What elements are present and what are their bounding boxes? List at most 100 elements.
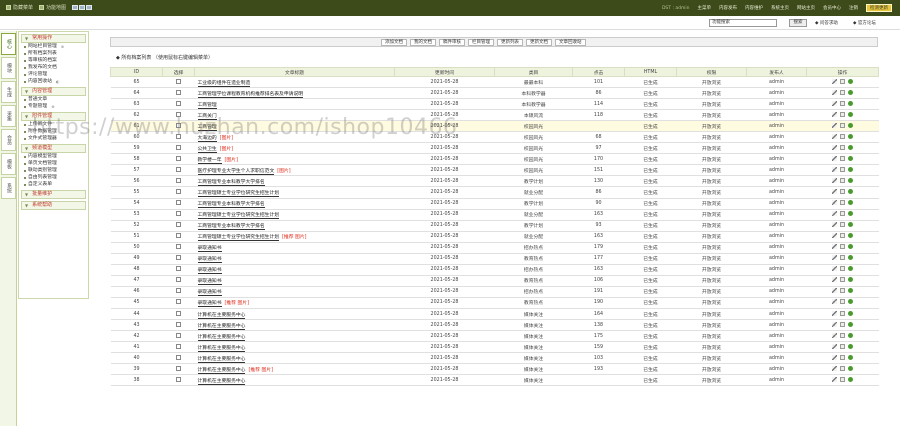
menu-item[interactable]: 专题管理 ⊕ <box>19 103 88 110</box>
edit-icon[interactable] <box>832 144 837 150</box>
category-link[interactable]: 本科教学器 <box>494 87 573 100</box>
edit-icon[interactable] <box>832 332 837 338</box>
nav-publish[interactable]: 内容发布 <box>719 5 737 11</box>
category-link[interactable]: 招办热点 <box>494 286 573 298</box>
preview-icon[interactable] <box>848 200 853 206</box>
preview-icon[interactable] <box>848 376 853 382</box>
category-link[interactable]: 媒体关注 <box>494 319 573 332</box>
tab-collect[interactable]: 采集 <box>1 105 16 127</box>
view-icon[interactable] <box>840 376 845 382</box>
category-link[interactable]: 校园风光 <box>494 120 573 133</box>
update-documents-button[interactable]: 更新文档 <box>526 39 552 46</box>
view-icon[interactable] <box>840 343 845 349</box>
view-icon[interactable] <box>840 277 845 283</box>
edit-icon[interactable] <box>832 200 837 206</box>
update-list-button[interactable]: 更新列表 <box>497 39 523 46</box>
article-title-link[interactable]: 录取通知书 <box>197 268 222 275</box>
view-icon[interactable] <box>840 266 845 272</box>
menu-item-extra-icon[interactable]: ⊕ <box>51 103 54 110</box>
article-title-link[interactable]: 工业级的组件在造业制造 <box>197 80 251 87</box>
nav-main-menu[interactable]: 主菜单 <box>698 5 712 11</box>
preview-icon[interactable] <box>848 244 853 250</box>
category-link[interactable]: 本科教学器 <box>494 98 573 111</box>
view-icon[interactable] <box>840 299 845 305</box>
article-title-link[interactable]: 录取通知书 <box>197 257 222 264</box>
view-icon[interactable] <box>840 288 845 294</box>
category-link[interactable]: 教育热点 <box>494 275 573 287</box>
article-title-link[interactable]: 工商管理专业本科教学大学排名 <box>197 179 265 186</box>
category-link[interactable]: 校园风光 <box>494 131 573 144</box>
preview-icon[interactable] <box>848 255 853 261</box>
article-title-link[interactable]: 录取通知书 <box>197 290 222 297</box>
row-checkbox[interactable] <box>176 277 181 283</box>
view-icon[interactable] <box>72 5 79 10</box>
edit-icon[interactable] <box>832 111 837 117</box>
edit-icon[interactable] <box>832 277 837 283</box>
menu-group-header[interactable]: ▼ 批量维护 <box>21 190 86 199</box>
view-icon[interactable] <box>840 133 845 139</box>
row-checkbox[interactable] <box>176 177 181 183</box>
preview-icon[interactable] <box>848 89 853 95</box>
row-checkbox[interactable] <box>176 100 181 106</box>
row-checkbox[interactable] <box>176 233 181 239</box>
edit-icon[interactable] <box>832 100 837 106</box>
preview-icon[interactable] <box>848 211 853 217</box>
row-checkbox[interactable] <box>176 321 181 327</box>
row-checkbox[interactable] <box>176 376 181 382</box>
view-icon[interactable] <box>840 78 845 84</box>
edit-icon[interactable] <box>832 266 837 272</box>
view-icon[interactable] <box>840 89 845 95</box>
article-title-link[interactable]: 工商管理硕士专业学位研究生招生计划 <box>197 213 280 220</box>
row-checkbox[interactable] <box>176 144 181 150</box>
article-title-link[interactable]: 计算机在主要服务中心 <box>197 378 246 385</box>
menu-group-header[interactable]: ▼ 常用操作 <box>21 34 86 43</box>
article-title-link[interactable]: 工商管理专业本科教学大学排名 <box>197 202 265 209</box>
view-icon[interactable] <box>840 321 845 327</box>
view-icon[interactable] <box>840 211 845 217</box>
menu-item[interactable]: 我发布的文档 <box>19 64 88 71</box>
view-icon[interactable] <box>86 5 93 10</box>
view-icon[interactable] <box>840 255 845 261</box>
view-icon[interactable] <box>840 332 845 338</box>
function-search-input[interactable]: 功能搜索 <box>709 19 777 27</box>
edit-icon[interactable] <box>832 244 837 250</box>
function-map-button[interactable]: 功能地图 <box>39 4 66 11</box>
row-checkbox[interactable] <box>176 78 181 84</box>
edit-icon[interactable] <box>832 133 837 139</box>
menu-group-header[interactable]: ▼ 内容管理 <box>21 87 86 96</box>
row-checkbox[interactable] <box>176 266 181 272</box>
preview-icon[interactable] <box>848 166 853 172</box>
view-icon[interactable] <box>79 5 86 10</box>
preview-icon[interactable] <box>848 144 853 150</box>
row-checkbox[interactable] <box>176 244 181 250</box>
row-checkbox[interactable] <box>176 188 181 194</box>
edit-icon[interactable] <box>832 255 837 261</box>
preview-icon[interactable] <box>848 100 853 106</box>
article-title-link[interactable]: 计算机在主要服务中心 <box>197 334 246 341</box>
edit-icon[interactable] <box>832 177 837 183</box>
nav-maintain[interactable]: 内容维护 <box>745 5 763 11</box>
row-checkbox[interactable] <box>176 122 181 128</box>
menu-group-header[interactable]: ▼ 系统帮助 <box>21 201 86 210</box>
preview-icon[interactable] <box>848 332 853 338</box>
tab-templates[interactable]: 模板 <box>1 153 16 175</box>
menu-item[interactable]: 等审核的档案 <box>19 57 88 64</box>
category-link[interactable]: 就业分配 <box>494 186 573 199</box>
preview-icon[interactable] <box>848 222 853 228</box>
row-checkbox[interactable] <box>176 155 181 161</box>
review-button[interactable]: 稿件审核 <box>439 39 465 46</box>
article-title-link[interactable]: 大海边的 <box>197 135 217 142</box>
row-checkbox[interactable] <box>176 133 181 139</box>
row-checkbox[interactable] <box>176 222 181 228</box>
edit-icon[interactable] <box>832 365 837 371</box>
view-icon[interactable] <box>840 122 845 128</box>
search-button[interactable]: 搜索 <box>789 19 807 27</box>
edit-icon[interactable] <box>832 89 837 95</box>
preview-icon[interactable] <box>848 288 853 294</box>
row-checkbox[interactable] <box>176 89 181 95</box>
category-link[interactable]: 招办热点 <box>494 264 573 276</box>
menu-item[interactable]: 文件式管理器 <box>19 135 88 142</box>
article-title-link[interactable]: 教学楼一年 <box>197 157 222 164</box>
menu-item[interactable]: 附件数据管理 <box>19 128 88 135</box>
article-title-link[interactable]: 录取通知书 <box>197 279 222 286</box>
